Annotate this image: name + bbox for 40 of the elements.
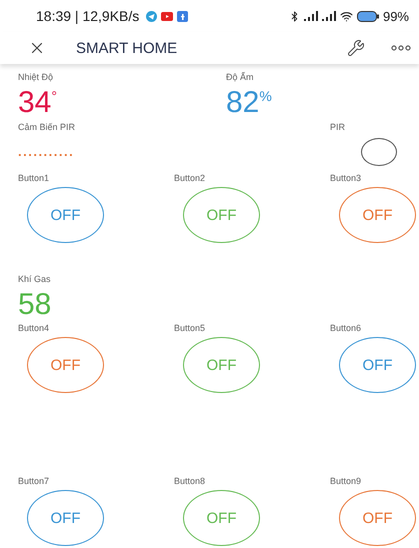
toggle-button[interactable]: OFF (183, 337, 260, 393)
widget-label: Button2 (174, 172, 206, 184)
toggle-button[interactable]: OFF (27, 337, 104, 393)
more-button[interactable] (391, 45, 411, 51)
wifi-icon (340, 10, 353, 22)
toggle-button[interactable]: OFF (27, 187, 104, 243)
toggle-button[interactable]: OFF (339, 337, 416, 393)
toggle-button[interactable]: OFF (27, 490, 104, 546)
widget-label: Độ Ẩm (226, 71, 255, 83)
app-title: SMART HOME (76, 40, 178, 56)
widget-label: PIR (330, 121, 346, 133)
play-icon (161, 12, 174, 20)
widget-label: Button9 (330, 475, 362, 487)
widget-label: Button8 (174, 475, 206, 487)
toggle-button[interactable]: OFF (183, 187, 260, 243)
wrench-button[interactable] (347, 39, 365, 57)
widget-label: Cảm Biến PIR (18, 121, 76, 133)
widget-label: Button5 (174, 322, 206, 334)
gas-value: 58 (18, 289, 52, 321)
widget-label: Button1 (18, 172, 50, 184)
app-icon (177, 10, 188, 22)
sensor-value: ........... (18, 145, 76, 159)
toggle-button[interactable]: OFF (183, 490, 260, 546)
widget-label: Khí Gas (18, 273, 52, 285)
widget-label: Nhiệt Độ (18, 71, 54, 83)
humidity-value: 82% (226, 87, 273, 119)
signal-icon (322, 11, 336, 21)
bluetooth-icon (288, 10, 300, 22)
battery-icon (356, 10, 379, 22)
paper-plane-icon (146, 10, 158, 22)
widget-label: Button3 (330, 172, 362, 184)
widget-label: Button7 (18, 475, 50, 487)
toggle-button[interactable]: OFF (339, 490, 416, 546)
widget-label: Button4 (18, 322, 50, 334)
signal-icon (304, 11, 318, 21)
temperature-value: 34° (18, 87, 58, 119)
status-time: 18:39 | 12,9KB/s (36, 8, 140, 24)
battery-level: 99% (382, 8, 409, 24)
widget-label: Button6 (330, 322, 362, 334)
toggle-button[interactable]: OFF (339, 187, 416, 243)
